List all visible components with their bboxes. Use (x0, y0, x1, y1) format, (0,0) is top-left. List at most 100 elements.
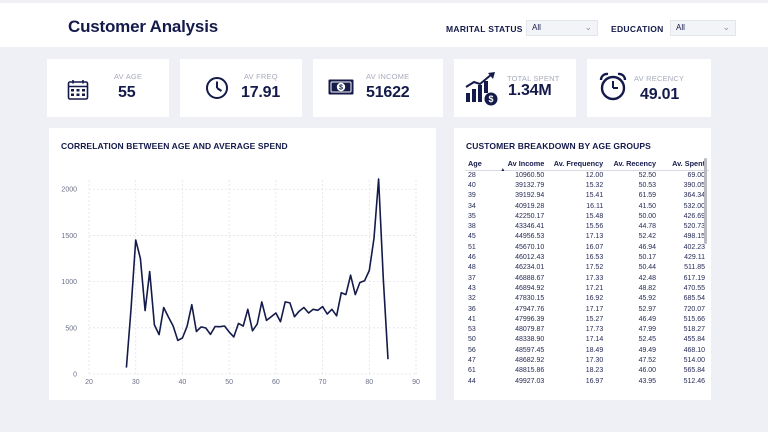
data-point[interactable] (245, 306, 251, 312)
data-point[interactable] (287, 300, 293, 306)
data-point[interactable] (329, 306, 335, 312)
data-point[interactable] (151, 322, 157, 328)
data-point[interactable] (221, 323, 227, 329)
marital-status-dropdown[interactable]: All ⌄ (526, 20, 598, 36)
data-point[interactable] (250, 328, 256, 334)
table-row[interactable]: 61 48815.86 18.23 46.00 565.84 (465, 366, 709, 376)
data-point[interactable] (296, 308, 302, 314)
kpi-value: 17.91 (241, 84, 281, 101)
data-point[interactable] (380, 276, 386, 282)
cell-age: 35 (468, 212, 476, 220)
data-point[interactable] (161, 304, 167, 310)
data-point[interactable] (179, 335, 185, 341)
data-point[interactable] (123, 365, 129, 371)
cell-av-spent: 512.46 (683, 377, 705, 385)
data-point[interactable] (292, 314, 298, 320)
data-point[interactable] (371, 235, 377, 241)
table-row[interactable]: 36 47947.76 17.17 52.97 720.07 (465, 304, 709, 314)
education-dropdown[interactable]: All ⌄ (670, 20, 736, 36)
cell-av-income: 39192.94 (515, 192, 545, 200)
data-point[interactable] (320, 304, 326, 310)
data-point[interactable] (385, 356, 391, 362)
table-row[interactable]: 45 44956.53 17.13 52.42 498.15 (465, 232, 709, 242)
table-header-row: Age Av Income ▲ Av. Frequency Av. Recenc… (465, 157, 709, 173)
data-point[interactable] (133, 237, 139, 243)
cell-av-spent: 69.00 (687, 171, 705, 179)
table-row[interactable]: 37 46888.67 17.33 42.48 617.19 (465, 273, 709, 283)
data-point[interactable] (324, 311, 330, 317)
column-header-av-recency[interactable]: Av. Recency (603, 157, 657, 171)
data-point[interactable] (278, 319, 284, 325)
data-point[interactable] (184, 323, 190, 329)
table-row[interactable]: 56 48597.45 18.49 49.49 468.10 (465, 345, 709, 355)
cell-av-spent: 617.19 (683, 274, 705, 282)
data-point[interactable] (142, 308, 148, 314)
scrollbar-thumb[interactable] (704, 158, 707, 244)
cell-av-recency: 50.00 (638, 212, 657, 220)
marital-status-value: All (532, 23, 541, 32)
data-point[interactable] (137, 256, 143, 262)
data-point[interactable] (264, 317, 270, 323)
table-row[interactable]: 44 49927.03 16.97 43.95 512.46 (465, 376, 709, 386)
data-point[interactable] (352, 292, 358, 298)
data-point[interactable] (334, 313, 340, 319)
table-row[interactable]: 47 48682.92 17.30 47.52 514.00 (465, 355, 709, 365)
table-row[interactable]: 41 47996.39 15.27 46.49 515.66 (465, 314, 709, 324)
kpi-card-av-recency: AV RECENCY 49.01 (587, 59, 711, 117)
data-point[interactable] (254, 321, 260, 327)
data-point[interactable] (268, 314, 274, 320)
column-header-av-income[interactable]: Av Income ▲ (488, 157, 545, 173)
table-row[interactable]: 51 45670.10 16.07 46.94 402.23 (465, 242, 709, 252)
data-point[interactable] (128, 306, 134, 312)
data-point[interactable] (226, 329, 232, 335)
table-row[interactable]: 39 39192.94 15.41 61.59 364.34 (465, 191, 709, 201)
cell-av-spent: 402.23 (683, 243, 705, 251)
table-row[interactable]: 34 40919.28 16.11 41.50 532.00 (465, 201, 709, 211)
cell-av-frequency: 16.07 (585, 243, 604, 251)
table-row[interactable]: 50 48338.90 17.14 52.45 455.84 (465, 335, 709, 345)
data-point[interactable] (343, 292, 349, 298)
data-point[interactable] (362, 278, 368, 284)
data-point[interactable] (203, 325, 209, 331)
cell-av-recency: 46.94 (638, 243, 657, 251)
data-point[interactable] (259, 299, 265, 305)
table-row[interactable]: 48 46234.01 17.52 50.44 511.85 (465, 263, 709, 273)
cell-av-recency: 52.42 (638, 233, 657, 241)
table-row[interactable]: 38 43346.41 15.56 44.78 520.73 (465, 221, 709, 231)
table-row[interactable]: 32 47830.15 16.92 45.92 685.54 (465, 294, 709, 304)
data-point[interactable] (193, 329, 199, 335)
data-point[interactable] (376, 176, 382, 182)
table-row[interactable]: 53 48079.87 17.73 47.99 518.27 (465, 324, 709, 334)
table-row[interactable]: 35 42250.17 15.48 50.00 426.69 (465, 211, 709, 221)
cell-av-frequency: 18.49 (585, 346, 604, 354)
svg-text:$: $ (339, 85, 343, 92)
data-point[interactable] (366, 268, 372, 274)
cell-age: 32 (468, 295, 476, 303)
cell-age: 50 (468, 336, 476, 344)
column-header-av-frequency[interactable]: Av. Frequency (544, 157, 604, 171)
data-point[interactable] (301, 304, 307, 310)
cell-av-frequency: 15.41 (585, 192, 604, 200)
column-header-age[interactable]: Age (465, 157, 489, 171)
cell-av-spent: 720.07 (683, 305, 705, 313)
data-point[interactable] (207, 331, 213, 337)
table-scrollbar[interactable] (704, 158, 707, 403)
y-tick-label: 0 (73, 372, 77, 379)
cell-age: 46 (468, 254, 476, 262)
data-point[interactable] (315, 307, 321, 313)
data-point[interactable] (147, 268, 153, 274)
svg-text:$: $ (488, 94, 493, 104)
data-point[interactable] (170, 323, 176, 329)
data-point[interactable] (240, 323, 246, 329)
table-row[interactable]: 46 46012.43 16.53 50.17 429.11 (465, 252, 709, 262)
table-row[interactable]: 43 46894.92 17.21 48.82 470.55 (465, 283, 709, 293)
data-point[interactable] (156, 332, 162, 338)
data-point[interactable] (348, 272, 354, 278)
table-row[interactable]: 40 39132.79 15.32 50.53 390.05 (465, 180, 709, 190)
data-point[interactable] (189, 302, 195, 308)
data-point[interactable] (165, 314, 171, 320)
data-point[interactable] (231, 334, 237, 340)
data-point[interactable] (273, 310, 279, 316)
data-point[interactable] (306, 310, 312, 316)
column-header-av-spent[interactable]: Av. Spent (656, 157, 709, 171)
